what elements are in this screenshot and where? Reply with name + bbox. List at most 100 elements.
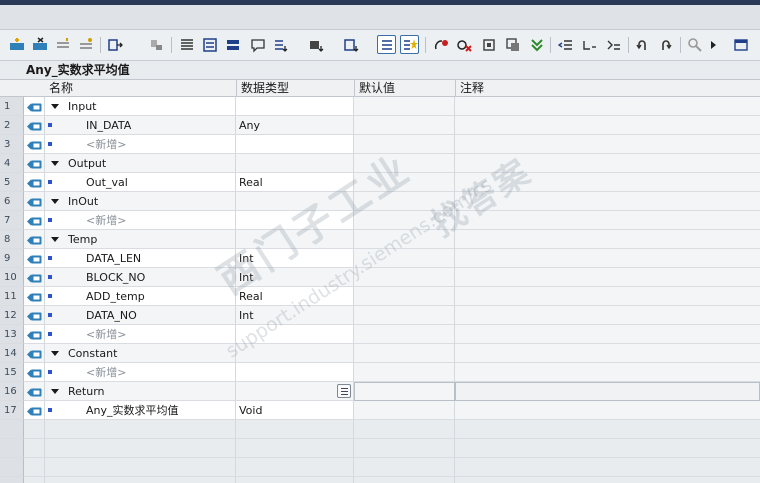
undo-icon[interactable] [632,35,651,54]
insert-row-gray-icon[interactable] [53,35,72,54]
default-value-cell[interactable] [354,401,455,420]
default-value-cell[interactable] [354,154,455,173]
column-header-comment[interactable]: 注释 [455,80,760,97]
collapse-triangle-icon[interactable] [51,237,59,242]
delete-row-icon[interactable] [30,35,49,54]
name-cell[interactable]: <新增> [45,135,236,154]
comment-cell[interactable] [455,154,760,173]
collapse-triangle-icon[interactable] [51,389,59,394]
table-row[interactable]: 10 BLOCK_NO Int [0,268,760,287]
indent-left-icon[interactable] [556,35,575,54]
data-type-cell[interactable]: Int [236,306,354,325]
name-cell[interactable]: <新增> [45,211,236,230]
compare-icon[interactable] [341,35,360,54]
name-cell[interactable]: Return [45,382,236,401]
name-cell[interactable]: InOut [45,192,236,211]
table-row[interactable]: 13 <新增> [0,325,760,344]
table-row[interactable]: 5 Out_val Real [0,173,760,192]
column-header-data-type[interactable]: 数据类型 [236,80,354,97]
comment-cell[interactable] [455,230,760,249]
comment-cell[interactable] [455,192,760,211]
redo-icon[interactable] [656,35,675,54]
comment-cell[interactable] [455,116,760,135]
watch-on-icon[interactable] [431,35,450,54]
monitor-list-icon[interactable] [271,35,290,54]
data-type-cell[interactable] [236,154,354,173]
data-type-cell[interactable]: Int [236,268,354,287]
data-type-picker-icon[interactable] [337,384,351,398]
name-cell[interactable]: ADD_temp [45,287,236,306]
data-type-cell[interactable] [236,325,354,344]
default-value-cell[interactable] [354,230,455,249]
data-type-cell[interactable] [236,344,354,363]
collapse-triangle-icon[interactable] [51,104,59,109]
name-cell[interactable]: DATA_LEN [45,249,236,268]
data-type-cell[interactable] [236,211,354,230]
default-value-cell[interactable] [354,97,455,116]
name-cell[interactable]: Out_val [45,173,236,192]
name-cell[interactable]: BLOCK_NO [45,268,236,287]
data-type-cell[interactable]: Int [236,249,354,268]
column-header-name[interactable]: 名称 [45,80,236,97]
default-value-cell[interactable] [354,192,455,211]
list-lines-icon[interactable] [177,35,196,54]
collapse-triangle-icon[interactable] [51,161,59,166]
data-type-cell[interactable]: Real [236,173,354,192]
name-cell[interactable]: <新增> [45,325,236,344]
collapse-triangle-icon[interactable] [51,199,59,204]
data-type-cell[interactable]: Any [236,116,354,135]
table-row[interactable]: 1 Input [0,97,760,116]
default-value-cell[interactable] [354,211,455,230]
name-cell[interactable]: DATA_NO [45,306,236,325]
table-row[interactable]: 8 Temp [0,230,760,249]
network-view-icon[interactable] [223,35,242,54]
default-value-cell[interactable] [354,135,455,154]
default-value-cell[interactable] [354,363,455,382]
comment-cell[interactable] [455,249,760,268]
data-type-cell[interactable] [236,192,354,211]
watch-off-icon[interactable] [454,35,473,54]
comment-cell[interactable] [455,287,760,306]
highlight-star-icon[interactable] [400,35,419,54]
comment-cell[interactable] [455,173,760,192]
upload-icon[interactable] [306,35,325,54]
name-cell[interactable]: Input [45,97,236,116]
table-row[interactable]: 3 <新增> [0,135,760,154]
indent-right-icon[interactable] [580,35,599,54]
comment-cell[interactable] [455,97,760,116]
name-cell[interactable]: Constant [45,344,236,363]
table-row[interactable]: 6 InOut [0,192,760,211]
default-value-cell[interactable] [354,268,455,287]
data-type-cell[interactable] [236,230,354,249]
name-cell[interactable]: Temp [45,230,236,249]
table-row[interactable]: 9 DATA_LEN Int [0,249,760,268]
comment-cell[interactable] [455,306,760,325]
snapshot-icon[interactable] [479,35,498,54]
table-row[interactable]: 12 DATA_NO Int [0,306,760,325]
comment-cell[interactable] [455,363,760,382]
column-header-default-value[interactable]: 默认值 [354,80,455,97]
name-cell[interactable]: <新增> [45,363,236,382]
table-row[interactable]: 14 Constant [0,344,760,363]
download-green-icon[interactable] [527,35,546,54]
default-value-cell[interactable] [354,306,455,325]
default-value-cell[interactable] [354,249,455,268]
default-value-cell[interactable] [354,287,455,306]
comment-cell[interactable] [455,401,760,420]
data-type-cell[interactable] [236,97,354,116]
name-cell[interactable]: Any_实数求平均值 [45,401,236,420]
collapse-triangle-icon[interactable] [51,351,59,356]
comment-cell[interactable] [455,135,760,154]
data-type-cell[interactable] [236,135,354,154]
comment-cell[interactable] [455,268,760,287]
comment-cell[interactable] [455,325,760,344]
table-row[interactable]: 15 <新增> [0,363,760,382]
insert-row-icon[interactable] [7,35,26,54]
name-cell[interactable]: Output [45,154,236,173]
table-row[interactable]: 2 IN_DATA Any [0,116,760,135]
default-value-cell[interactable] [354,344,455,363]
table-row[interactable]: 7 <新增> [0,211,760,230]
comment-icon[interactable] [248,35,267,54]
table-row[interactable]: 17 Any_实数求平均值 Void [0,401,760,420]
plugin-gray-icon[interactable] [146,35,165,54]
